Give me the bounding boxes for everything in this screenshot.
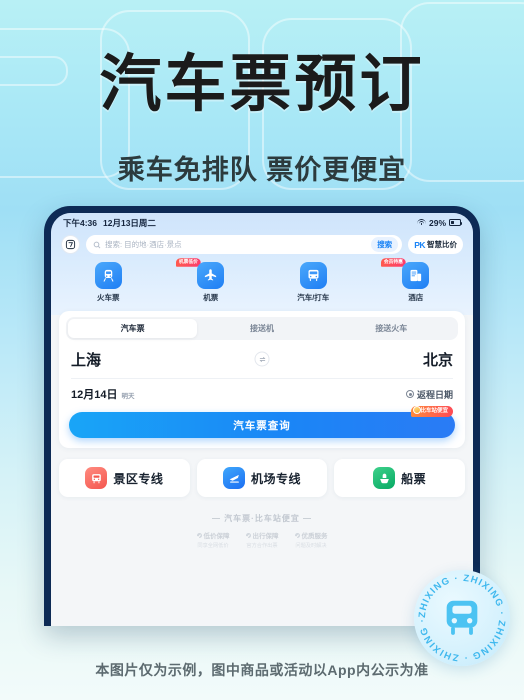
phone-mockup: 下午4:36 12月13日周二 29% 搜索: 目的地·酒店·景点 搜索 PK … (44, 206, 480, 626)
category-item-bus[interactable]: 汽车/打车 (262, 262, 365, 303)
trust-item: 出行保障 官方合作出票 (245, 530, 279, 549)
phone-screen: 下午4:36 12月13日周二 29% 搜索: 目的地·酒店·景点 搜索 PK … (51, 213, 473, 626)
quick-service-ferry-ticket[interactable]: 船票 (334, 459, 466, 497)
bus-icon (85, 467, 108, 489)
booking-card: 汽车票 接送机 接送火车 上海 北京 12月14日 明天 返程日期 比车站便宜 … (59, 311, 465, 448)
quick-service-label: 船票 (401, 471, 427, 486)
category-label: 机票 (203, 293, 219, 302)
pk-logo: PK (414, 239, 425, 250)
check-icon (245, 532, 251, 538)
search-icon (93, 236, 101, 254)
tab-station-transfer[interactable]: 接送火车 (327, 319, 456, 338)
zhixing-seal: ZHIXING · ZHIXING · ZHIXING · ZHIXING · (414, 570, 510, 666)
tab-airport-transfer[interactable]: 接送机 (197, 319, 326, 338)
category-badge: 会员特惠 (380, 258, 406, 267)
trust-title: — 汽车票·比车站便宜 — (211, 514, 313, 523)
price-compare-button[interactable]: PK 智慧比价 (408, 235, 463, 254)
search-submit-button[interactable]: 搜索 (371, 237, 399, 252)
plane-transfer-icon (223, 467, 245, 489)
trust-item-label: 优质服务 (301, 533, 328, 540)
trust-section: — 汽车票·比车站便宜 — 低价保障 同享全网低价 出行保障 官方合作出票 优质… (51, 497, 473, 549)
page-title: 汽车票预订 (99, 50, 425, 119)
return-date-button[interactable]: 返程日期 (405, 388, 453, 401)
category-nav: 火车票 机票低价 机票 汽车/打车 会员特惠 酒店 (51, 258, 473, 311)
tab-bus-ticket[interactable]: 汽车票 (68, 319, 198, 338)
quick-service-label: 景区专线 (113, 471, 164, 486)
ship-icon (373, 467, 396, 489)
trust-item-label: 低价保障 (203, 533, 230, 540)
battery-percent: 29% (428, 217, 446, 228)
page-subtitle: 乘车免排队 票价更便宜 (117, 155, 407, 185)
quick-service-label: 机场专线 (251, 471, 302, 486)
hotel-icon (402, 262, 430, 289)
booking-tabs: 汽车票 接送机 接送火车 (66, 317, 458, 340)
category-label: 酒店 (408, 293, 424, 302)
bus-icon (299, 262, 327, 289)
departure-city[interactable]: 上海 (71, 349, 101, 370)
coin-icon (412, 406, 421, 414)
category-badge: 机票低价 (175, 258, 201, 267)
disclaimer-text: 本图片仅为示例，图中商品或活动以App内公示为准 (95, 662, 429, 678)
train-icon (94, 262, 122, 289)
quick-service-airport-line[interactable]: 机场专线 (196, 459, 328, 497)
arrival-city[interactable]: 北京 (423, 349, 453, 370)
status-bar: 下午4:36 12月13日周二 29% (51, 213, 473, 230)
circle-plus-icon (405, 390, 414, 398)
trust-items: 低价保障 同享全网低价 出行保障 官方合作出票 优质服务 问题及时解决 (51, 530, 473, 549)
scan-icon[interactable] (61, 235, 80, 254)
category-item-hotel[interactable]: 会员特惠 酒店 (365, 258, 468, 303)
wifi-icon (416, 219, 426, 226)
status-date: 12月13日周二 (103, 217, 156, 228)
trust-item-sub: 官方合作出票 (246, 543, 278, 549)
search-button-wrap: 比车站便宜 汽车票查询 (59, 406, 465, 448)
trust-item-label: 出行保障 (252, 533, 279, 540)
departure-date[interactable]: 12月14日 (71, 386, 117, 402)
cheaper-badge-label: 比车站便宜 (420, 407, 448, 414)
status-time: 下午4:36 (63, 217, 98, 228)
promo-poster: 汽车票预订 乘车免排队 票价更便宜 下午4:36 12月13日周二 29% 搜索… (0, 0, 524, 700)
trust-item-sub: 问题及时解决 (295, 543, 327, 549)
plane-icon (197, 262, 225, 289)
price-compare-label: 智慧比价 (427, 240, 457, 249)
date-selector-row: 12月14日 明天 返程日期 (59, 379, 465, 410)
search-bar: 搜索: 目的地·酒店·景点 搜索 PK 智慧比价 (51, 230, 473, 260)
bus-ticket-search-button[interactable]: 汽车票查询 (69, 412, 455, 438)
quick-services: 景区专线 机场专线 船票 (51, 448, 473, 497)
trust-item-sub: 同享全网低价 (197, 543, 229, 549)
return-date-label: 返程日期 (416, 389, 453, 400)
search-input[interactable]: 搜索: 目的地·酒店·景点 搜索 (86, 235, 403, 254)
category-item-flight[interactable]: 机票低价 机票 (160, 258, 263, 303)
check-icon (196, 532, 202, 538)
departure-date-note: 明天 (121, 393, 135, 400)
swap-icon[interactable] (254, 351, 270, 367)
trust-item: 低价保障 同享全网低价 (196, 530, 230, 549)
battery-icon (449, 219, 463, 226)
city-selector-row: 上海 北京 (59, 340, 465, 378)
search-placeholder: 搜索: 目的地·酒店·景点 (105, 240, 182, 249)
cheaper-badge: 比车站便宜 (411, 406, 453, 417)
category-item-train[interactable]: 火车票 (57, 262, 160, 303)
quick-service-scenic-line[interactable]: 景区专线 (59, 459, 190, 497)
category-label: 火车票 (97, 293, 120, 302)
category-label: 汽车/打车 (297, 293, 330, 302)
bus-icon (446, 600, 478, 635)
check-icon (294, 532, 300, 538)
trust-item: 优质服务 问题及时解决 (294, 530, 328, 549)
